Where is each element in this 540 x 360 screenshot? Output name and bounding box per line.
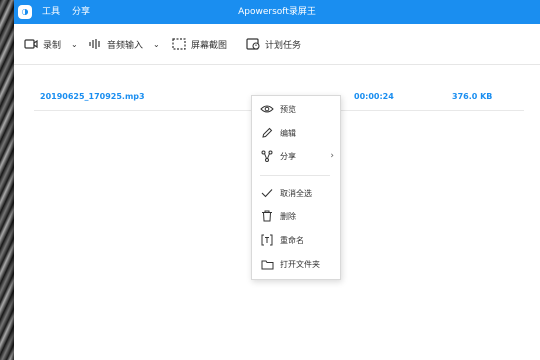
screenshot-button[interactable]: 屏幕截图 [172,36,227,52]
menu-item-share[interactable]: 分享 › [252,145,340,167]
record-label: 录制 [43,40,62,51]
file-name: 20190625_170925.mp3 [40,92,145,101]
menu-item-label: 删除 [280,211,296,221]
video-camera-icon [24,39,38,49]
trash-icon [260,209,274,223]
audio-input-label: 音频输入 [107,40,144,51]
file-duration: 00:00:24 [354,92,394,101]
menu-item-label: 预览 [280,104,296,114]
file-size: 376.0 KB [452,92,493,101]
context-menu: 预览 编辑 分享 › 取消全选 删除 重命名 打开文件夹 [251,95,341,280]
audio-input-button[interactable]: 音频输入 ⌄ [88,36,160,52]
clock-icon [246,38,260,50]
title-bar: ◑ Apowersoft录屏王 工具 分享 [14,0,540,24]
menu-item-edit[interactable]: 编辑 [252,122,340,144]
rename-icon [260,233,274,247]
audio-wave-icon [89,39,100,49]
share-icon [260,149,274,163]
folder-icon [260,257,274,271]
menu-share[interactable]: 分享 [72,0,90,24]
chevron-down-icon[interactable]: ⌄ [153,40,160,49]
chevron-right-icon: › [330,151,334,161]
menu-item-delete[interactable]: 删除 [252,205,340,227]
schedule-task-button[interactable]: 计划任务 [246,36,301,52]
menu-item-deselect-all[interactable]: 取消全选 [252,182,340,204]
menu-item-open-folder[interactable]: 打开文件夹 [252,253,340,275]
menu-item-rename[interactable]: 重命名 [252,229,340,251]
menu-item-label: 打开文件夹 [280,259,320,269]
eye-icon [260,102,274,116]
menu-item-label: 重命名 [280,235,304,245]
chevron-down-icon[interactable]: ⌄ [71,40,78,49]
menu-item-label: 分享 [280,151,296,161]
menu-divider [260,175,330,176]
record-button[interactable]: 录制 ⌄ [24,36,78,52]
menu-tools[interactable]: 工具 [42,0,60,24]
schedule-task-label: 计划任务 [265,40,302,51]
pencil-icon [260,126,274,140]
window-title: Apowersoft录屏王 [238,7,316,17]
toolbar: 录制 ⌄ 音频输入 ⌄ 屏幕截图 计划任务 [14,24,540,65]
screenshot-label: 屏幕截图 [191,40,228,51]
menu-item-label: 编辑 [280,128,296,138]
check-icon [260,186,274,200]
screenshot-icon [172,38,186,50]
menu-item-preview[interactable]: 预览 [252,98,340,120]
menu-item-label: 取消全选 [280,188,312,198]
